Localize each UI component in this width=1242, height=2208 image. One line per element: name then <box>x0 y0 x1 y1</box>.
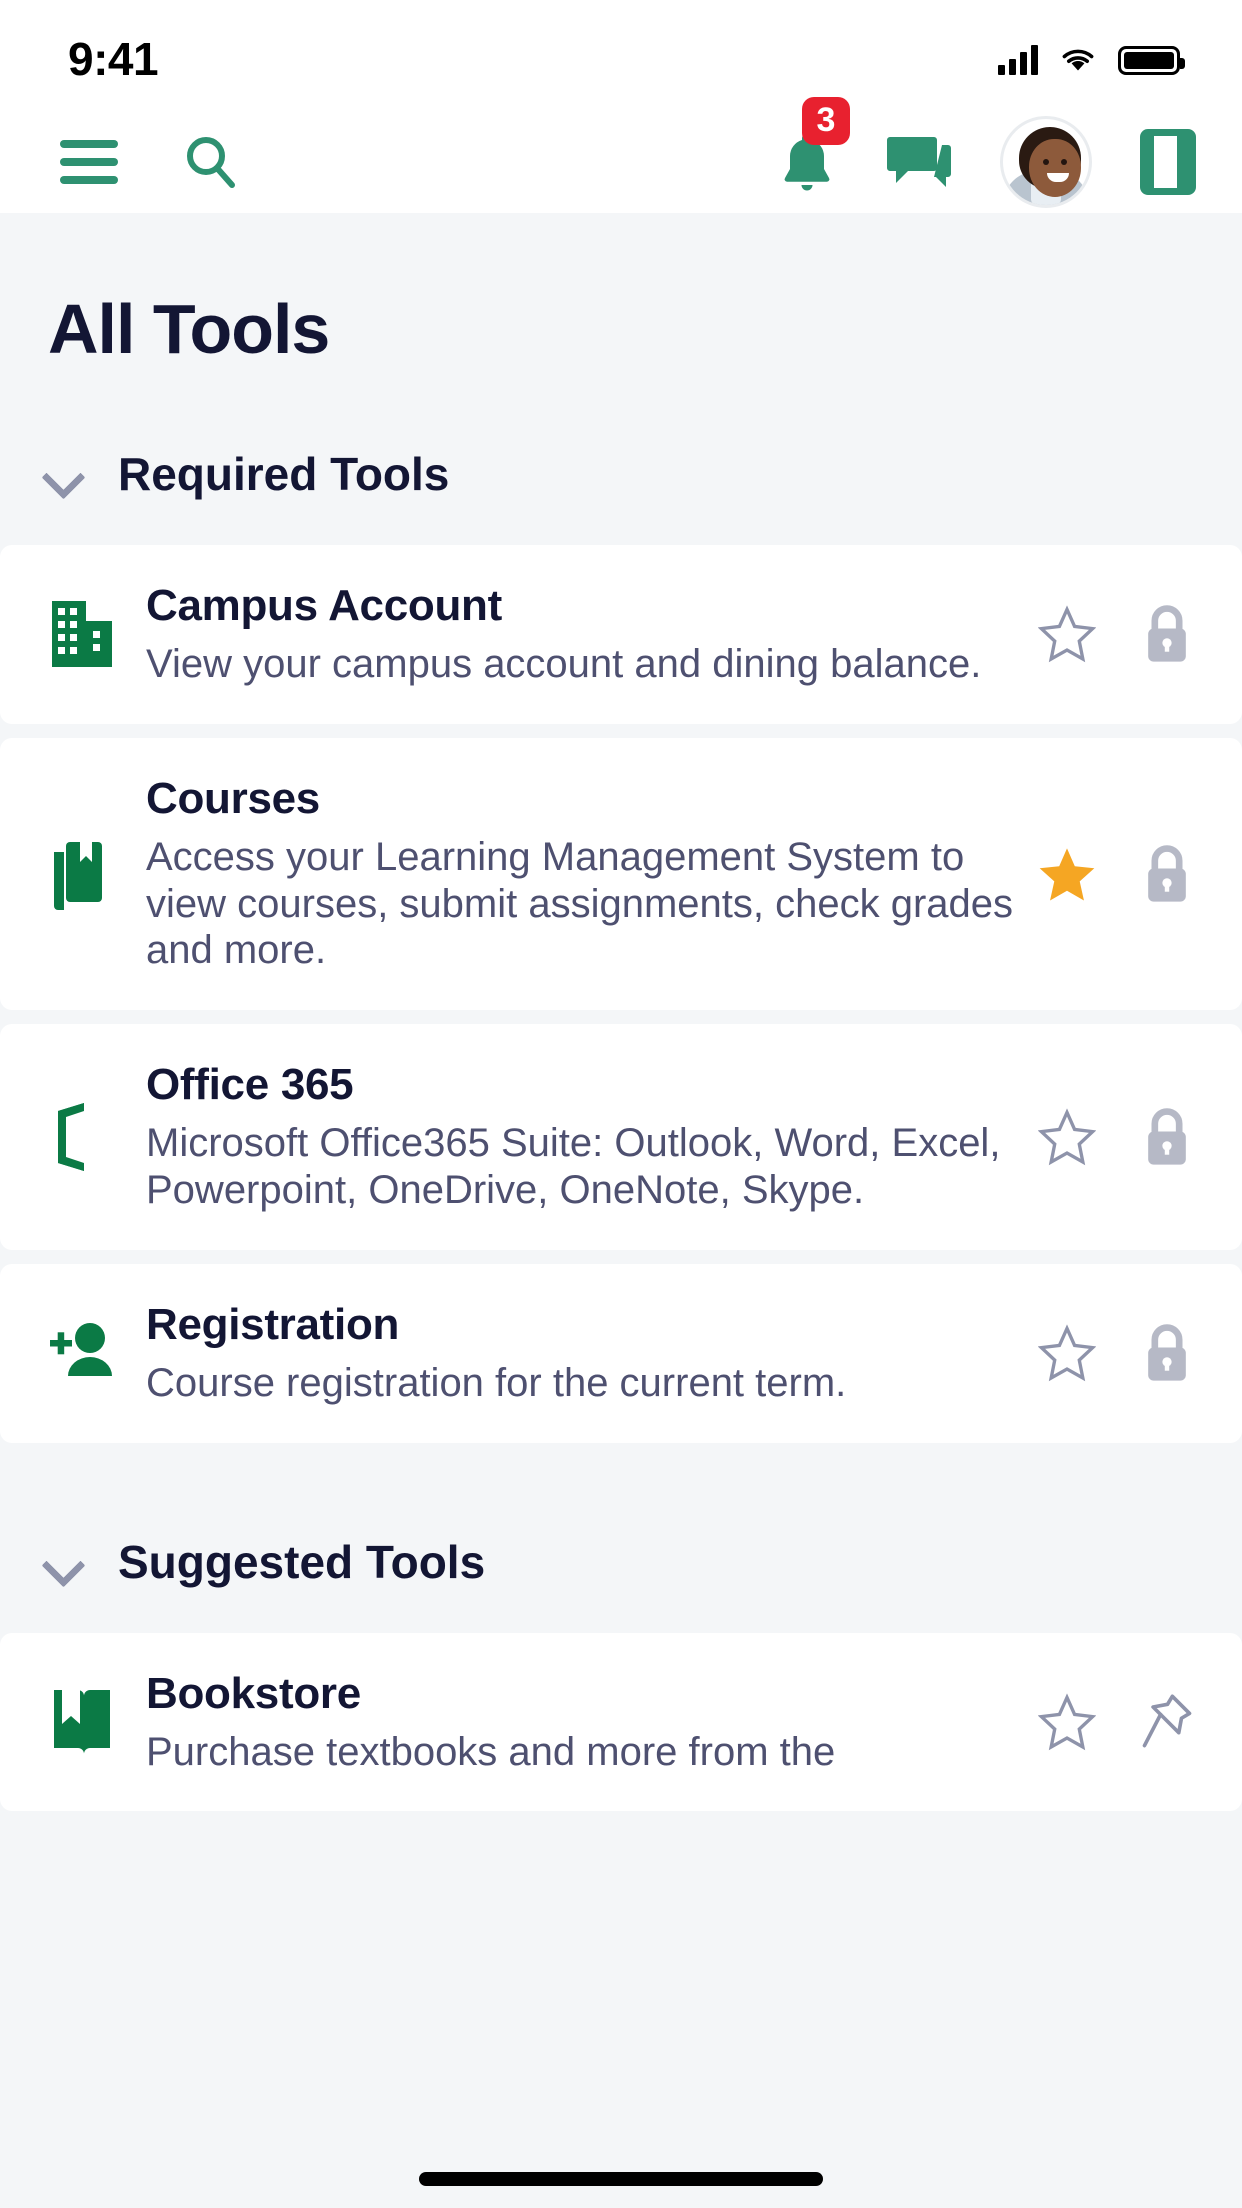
status-bar: 9:41 <box>0 0 1242 110</box>
tool-description: Access your Learning Management System t… <box>146 834 1014 973</box>
phone-screen: 9:41 3 All Tools Required Tools Campus A… <box>0 0 1242 2208</box>
tool-description: Microsoft Office365 Suite: Outlook, Word… <box>146 1121 1001 1212</box>
tool-card-text: Office 365 Microsoft Office365 Suite: Ou… <box>146 1060 1036 1214</box>
tool-card-courses[interactable]: Courses Access your Learning Management … <box>0 737 1242 1011</box>
lock-icon[interactable] <box>1136 601 1198 667</box>
wifi-icon <box>1062 49 1094 71</box>
cellular-signal-icon <box>998 45 1038 75</box>
page-content: All Tools Required Tools Campus Account <box>0 213 1242 1812</box>
star-outline-icon[interactable] <box>1036 1104 1098 1170</box>
notifications-button[interactable]: 3 <box>776 96 850 197</box>
chevron-down-icon <box>42 1542 82 1582</box>
section-header-required-tools[interactable]: Required Tools <box>0 369 1242 545</box>
page-title: All Tools <box>48 290 330 368</box>
top-nav-bar: 3 <box>0 96 1242 213</box>
notification-badge: 3 <box>802 96 850 145</box>
lock-icon[interactable] <box>1136 1104 1198 1170</box>
tool-name: Registration <box>146 1299 400 1349</box>
tool-card-campus-account[interactable]: Campus Account View your campus account … <box>0 545 1242 724</box>
tool-card-text: Bookstore Purchase textbooks and more fr… <box>146 1669 1036 1776</box>
tool-card-office-365[interactable]: Office 365 Microsoft Office365 Suite: Ou… <box>0 1024 1242 1250</box>
tool-description: Course registration for the current term… <box>146 1360 847 1405</box>
tool-card-text: Courses Access your Learning Management … <box>146 774 1036 974</box>
section-header-suggested-tools[interactable]: Suggested Tools <box>0 1456 1242 1633</box>
battery-full-icon <box>1118 45 1185 75</box>
tool-card-actions <box>1036 1320 1198 1386</box>
book-panel-icon[interactable] <box>1140 128 1196 195</box>
section-title: Suggested Tools <box>118 1535 486 1588</box>
nav-right-group: 3 <box>776 96 1196 208</box>
tool-card-bookstore[interactable]: Bookstore Purchase textbooks and more fr… <box>0 1632 1242 1812</box>
tool-card-actions <box>1036 841 1198 907</box>
person-add-icon <box>38 1318 146 1388</box>
building-icon <box>38 595 146 673</box>
tool-name: Courses <box>146 773 320 823</box>
tool-description: View your campus account and dining bala… <box>146 642 982 686</box>
lock-icon[interactable] <box>1136 1320 1198 1386</box>
status-time: 9:41 <box>68 33 159 85</box>
status-indicators <box>998 45 1185 75</box>
tool-card-actions <box>1036 1689 1198 1755</box>
tool-card-text: Registration Course registration for the… <box>146 1300 1036 1407</box>
open-book-icon <box>38 1684 146 1760</box>
home-indicator <box>419 2172 823 2186</box>
star-outline-icon[interactable] <box>1036 1689 1098 1755</box>
chat-bubbles-icon <box>887 136 951 187</box>
hamburger-menu-icon[interactable] <box>60 139 118 184</box>
lock-icon[interactable] <box>1136 841 1198 907</box>
tool-description: Purchase textbooks and more from the <box>146 1729 836 1774</box>
avatar[interactable] <box>1000 115 1092 208</box>
tool-name: Bookstore <box>146 1668 361 1718</box>
section-title: Required Tools <box>118 448 450 500</box>
tool-card-registration[interactable]: Registration Course registration for the… <box>0 1263 1242 1443</box>
book-bookmark-icon <box>38 834 146 914</box>
tool-name: Office 365 <box>146 1060 354 1110</box>
tool-card-text: Campus Account View your campus account … <box>146 581 1036 688</box>
tool-card-actions <box>1036 601 1198 667</box>
star-outline-icon[interactable] <box>1036 1320 1098 1386</box>
pin-icon[interactable] <box>1136 1689 1198 1755</box>
chevron-down-icon <box>42 454 82 494</box>
nav-left-group <box>60 131 242 193</box>
search-icon[interactable] <box>180 131 242 193</box>
tool-card-actions <box>1036 1104 1198 1170</box>
star-outline-icon[interactable] <box>1036 601 1098 667</box>
tool-name: Campus Account <box>146 581 502 630</box>
star-filled-icon[interactable] <box>1036 841 1098 907</box>
messages-button[interactable] <box>886 131 952 193</box>
office-door-icon <box>38 1097 146 1177</box>
